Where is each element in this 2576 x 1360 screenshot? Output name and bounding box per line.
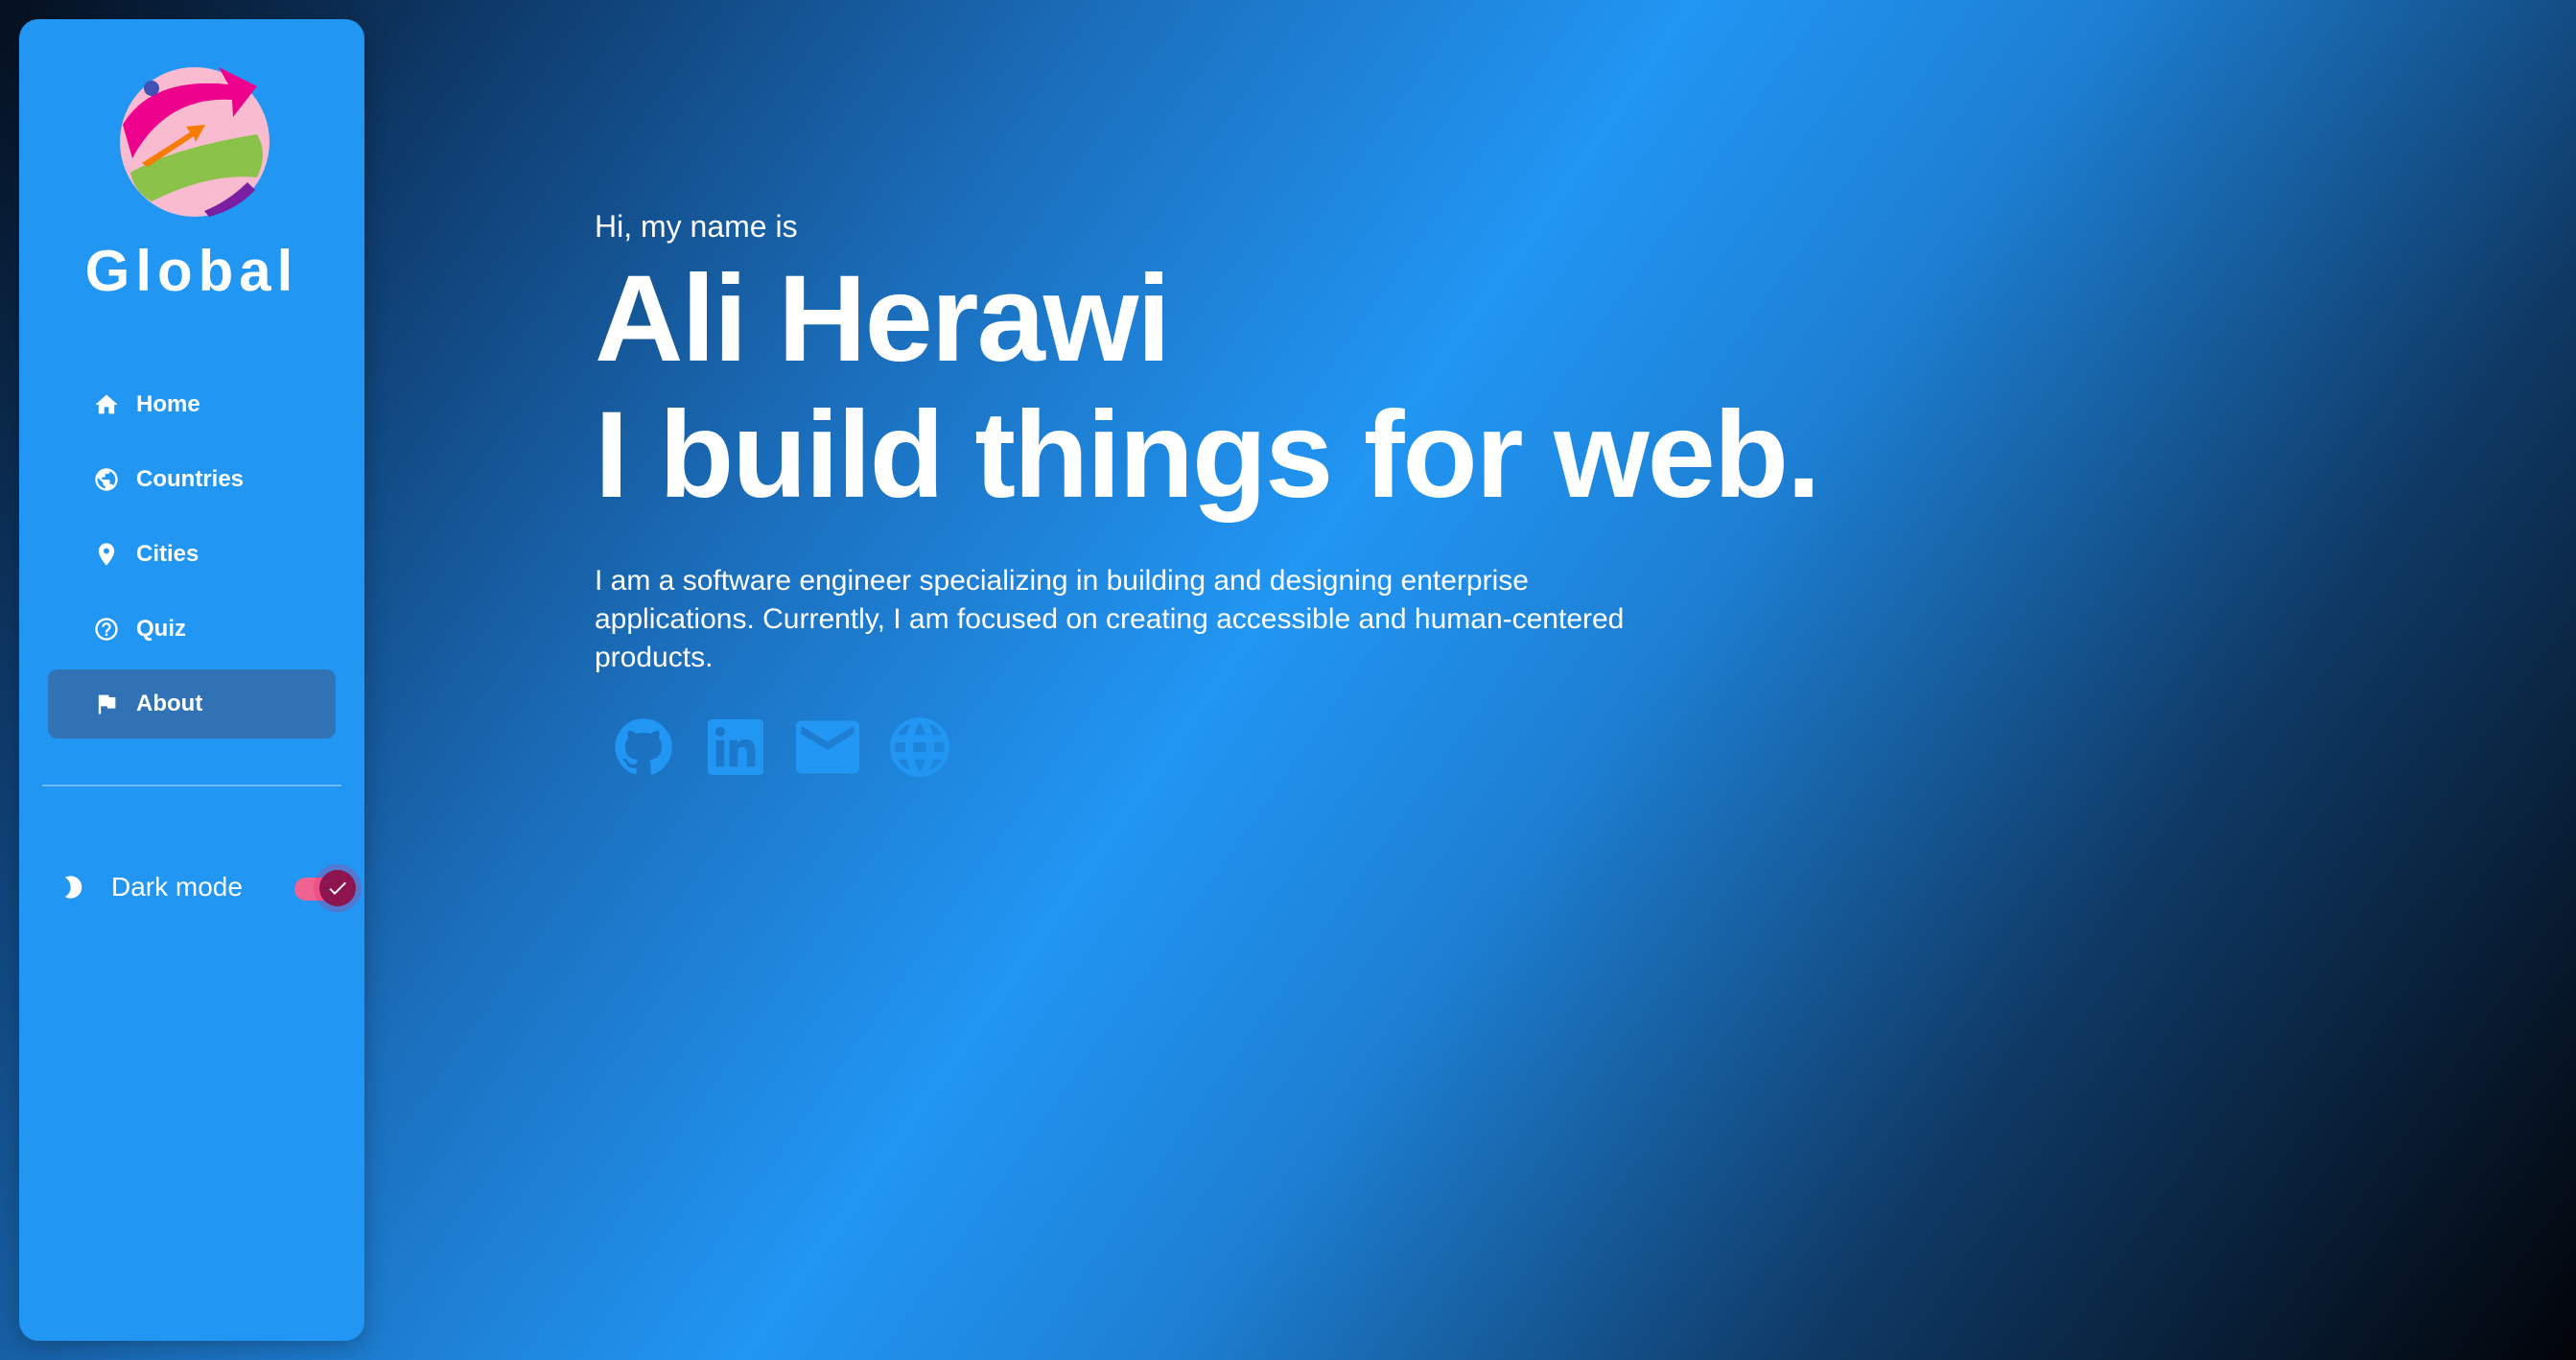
website-icon bbox=[890, 717, 949, 777]
email-link[interactable] bbox=[796, 715, 859, 779]
brand-name: Global bbox=[84, 239, 299, 303]
check-icon bbox=[329, 881, 346, 895]
github-icon bbox=[615, 718, 672, 775]
greeting-text: Hi, my name is bbox=[595, 209, 798, 244]
home-icon bbox=[92, 390, 121, 419]
linkedin-link[interactable] bbox=[704, 715, 767, 779]
hero-bio: I am a software engineer specializing in… bbox=[595, 565, 1625, 673]
nav-label: Cities bbox=[136, 541, 199, 567]
globe-logo[interactable] bbox=[113, 58, 276, 221]
moon-icon bbox=[58, 872, 88, 903]
github-link[interactable] bbox=[612, 715, 675, 779]
email-icon bbox=[796, 720, 859, 774]
dark-mode-toggle[interactable] bbox=[291, 866, 360, 908]
nav-item-about[interactable]: About bbox=[48, 669, 336, 739]
sidebar-divider bbox=[42, 785, 341, 786]
social-links bbox=[612, 715, 980, 779]
toggle-thumb bbox=[319, 870, 356, 906]
nav-label: Countries bbox=[136, 466, 245, 492]
nav-item-cities[interactable]: Cities bbox=[48, 520, 336, 589]
help-circle-icon bbox=[92, 615, 121, 644]
linkedin-icon bbox=[708, 719, 763, 775]
nav-label: Quiz bbox=[136, 616, 186, 642]
location-pin-icon bbox=[92, 540, 121, 569]
website-link[interactable] bbox=[888, 715, 951, 779]
flag-icon bbox=[92, 690, 121, 718]
nav-item-home[interactable]: Home bbox=[48, 370, 336, 439]
dark-mode-row: Dark mode bbox=[58, 863, 364, 911]
sidebar: Global Home Countries Cities Quiz About … bbox=[19, 19, 364, 1341]
hero-name: Ali Herawi bbox=[595, 250, 1171, 387]
globe-icon bbox=[92, 465, 121, 494]
main-nav: Home Countries Cities Quiz About bbox=[48, 370, 336, 744]
hero-tagline: I build things for web. bbox=[595, 387, 1821, 524]
nav-item-quiz[interactable]: Quiz bbox=[48, 595, 336, 664]
nav-item-countries[interactable]: Countries bbox=[48, 445, 336, 514]
dark-mode-label: Dark mode bbox=[111, 872, 243, 902]
nav-label: Home bbox=[136, 391, 200, 417]
nav-label: About bbox=[136, 691, 203, 716]
